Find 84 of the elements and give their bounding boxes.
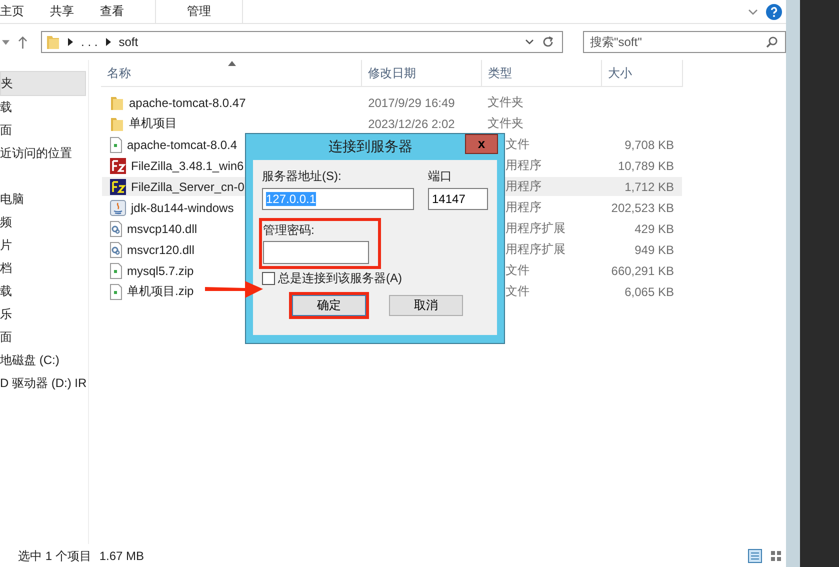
field-label: 管理密码: bbox=[263, 222, 316, 239]
arrow-drawing bbox=[205, 279, 263, 299]
app-icon bbox=[110, 178, 126, 194]
type-text: 用程序扩展 bbox=[506, 220, 566, 237]
cancel-button[interactable]: 取消 bbox=[389, 295, 463, 316]
type-text: 文件 bbox=[506, 136, 530, 153]
type-text: 用程序扩展 bbox=[506, 241, 566, 258]
date-text: 2017/9/29 16:49 bbox=[368, 96, 455, 110]
ok-button[interactable]: 确定 bbox=[292, 295, 366, 316]
size-text: 6,065 KB bbox=[624, 284, 674, 298]
size-text: 9,708 KB bbox=[624, 138, 674, 152]
file-item[interactable]: apache-tomcat-8.0.47 bbox=[102, 93, 362, 112]
input-field[interactable] bbox=[263, 241, 369, 264]
help-icon[interactable] bbox=[766, 4, 782, 20]
sidebar-item[interactable]: 档 bbox=[0, 257, 88, 280]
size-text: 660,291 KB bbox=[611, 264, 674, 278]
search-field[interactable]: 搜索"soft" bbox=[582, 31, 786, 53]
sidebar-item[interactable]: 片 bbox=[0, 234, 88, 257]
tiles-view-icon[interactable] bbox=[770, 550, 782, 562]
gear-file-icon bbox=[110, 242, 122, 258]
column-header[interactable]: 大小 bbox=[602, 60, 683, 86]
type-text: 文件夹 bbox=[488, 115, 524, 132]
breadcrumb-arrow-icon bbox=[68, 38, 74, 46]
file-icon bbox=[110, 262, 122, 278]
ribbon-tab[interactable]: 共享 bbox=[37, 3, 87, 20]
sidebar-item[interactable]: 夹 bbox=[0, 71, 86, 96]
size-text: 429 KB bbox=[634, 222, 674, 236]
search-icon bbox=[766, 36, 778, 48]
sidebar-item[interactable]: 乐 bbox=[0, 303, 88, 326]
size-text: 202,523 KB bbox=[611, 200, 674, 214]
chevron-down-icon[interactable] bbox=[748, 8, 758, 14]
java-icon bbox=[110, 200, 126, 216]
date-text: 2023/12/26 2:02 bbox=[368, 116, 455, 130]
status-text: 选中 1 个项目 bbox=[18, 548, 92, 564]
close-button[interactable]: x bbox=[465, 134, 498, 154]
checkbox-label: 总是连接到该服务器(A) bbox=[278, 270, 402, 287]
breadcrumb-arrow-icon bbox=[106, 38, 111, 46]
address-bar[interactable]: . . . soft bbox=[41, 31, 563, 53]
field-label: 端口 bbox=[428, 168, 453, 185]
folder-icon bbox=[110, 116, 124, 132]
sidebar-item[interactable]: 频 bbox=[0, 211, 88, 234]
sidebar-item[interactable]: 地磁盘 (C:) bbox=[0, 349, 88, 372]
size-text: 1,712 KB bbox=[624, 180, 674, 194]
up-arrow-icon[interactable] bbox=[18, 36, 28, 48]
column-header[interactable]: 名称 bbox=[101, 60, 362, 86]
sidebar-item[interactable]: 载 bbox=[0, 96, 88, 119]
sidebar-item[interactable]: 近访问的位置 bbox=[0, 142, 88, 165]
ribbon-tab[interactable]: 管理 bbox=[174, 3, 224, 20]
file-item[interactable]: 单机项目 bbox=[102, 114, 362, 133]
folder-icon bbox=[110, 94, 124, 110]
breadcrumb-ellipsis[interactable]: . . . bbox=[81, 35, 98, 49]
column-header[interactable]: 修改日期 bbox=[362, 60, 482, 86]
file-item[interactable]: msvcr120.dll bbox=[102, 240, 362, 259]
refresh-icon[interactable] bbox=[542, 36, 554, 48]
details-view-icon[interactable] bbox=[748, 549, 762, 563]
checkbox[interactable] bbox=[262, 272, 275, 285]
dropdown-icon[interactable] bbox=[2, 40, 10, 44]
file-icon bbox=[110, 136, 122, 152]
type-text: 文件 bbox=[506, 283, 530, 300]
type-text: 用程序 bbox=[506, 157, 542, 174]
size-text: 10,789 KB bbox=[618, 158, 674, 172]
input-field[interactable]: 14147 bbox=[428, 188, 488, 210]
app-icon bbox=[110, 158, 126, 174]
gear-file-icon bbox=[110, 220, 122, 236]
type-text: 文件 bbox=[506, 262, 530, 279]
sidebar-item[interactable]: D 驱动器 (D:) IR bbox=[0, 372, 88, 395]
breadcrumb-folder[interactable]: soft bbox=[118, 35, 138, 49]
sidebar-item[interactable]: 面 bbox=[0, 119, 88, 142]
ribbon-tab[interactable]: 主页 bbox=[0, 3, 37, 20]
type-text: 用程序 bbox=[506, 178, 542, 195]
file-icon bbox=[110, 284, 122, 300]
status-text: 1.67 MB bbox=[99, 549, 144, 563]
size-text: 949 KB bbox=[634, 242, 674, 256]
sidebar-item[interactable]: 面 bbox=[0, 326, 88, 349]
folder-icon bbox=[46, 34, 60, 50]
column-header[interactable]: 类型 bbox=[482, 60, 602, 86]
sidebar-item[interactable]: 电脑 bbox=[0, 188, 88, 211]
type-text: 用程序 bbox=[506, 199, 542, 216]
chevron-down-icon[interactable] bbox=[524, 39, 534, 45]
type-text: 文件夹 bbox=[488, 94, 524, 111]
sidebar-item[interactable]: 载 bbox=[0, 280, 88, 303]
dialog-title: 连接到服务器 bbox=[328, 138, 412, 156]
ribbon-tab[interactable]: 查看 bbox=[87, 3, 137, 20]
sort-arrow-icon bbox=[228, 61, 236, 66]
